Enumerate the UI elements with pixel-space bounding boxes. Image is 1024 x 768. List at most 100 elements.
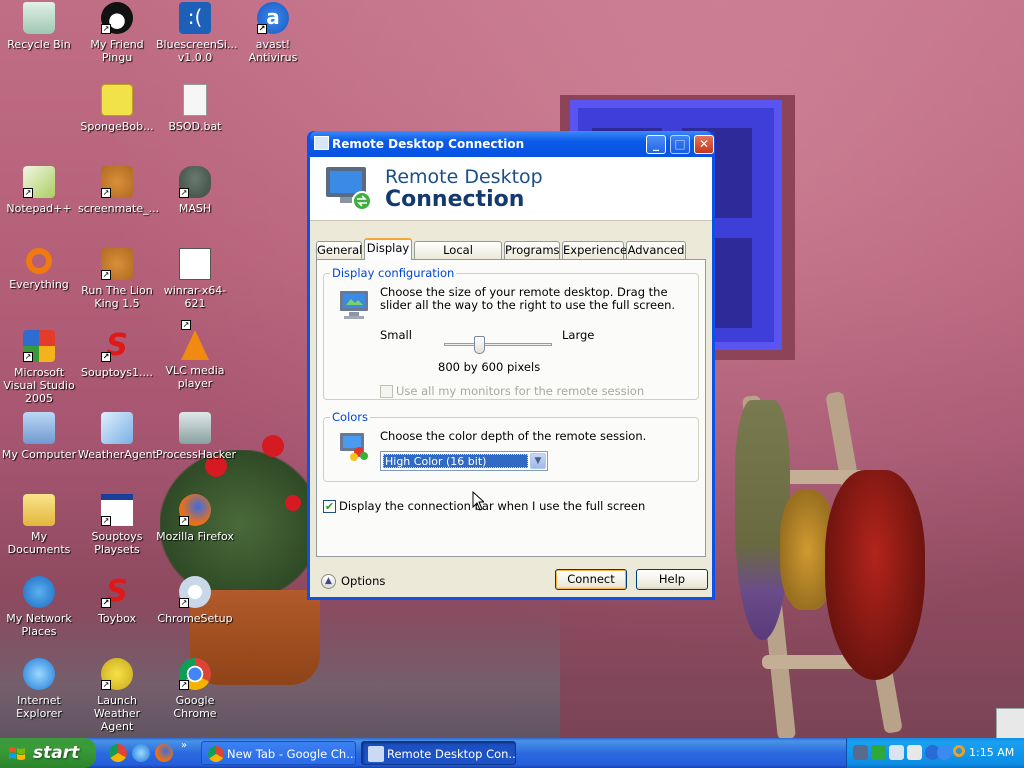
ie-icon[interactable] — [132, 744, 150, 762]
chevron-down-icon[interactable]: ▼ — [530, 453, 546, 469]
desktop-icon-my-computer[interactable]: My Computer — [0, 412, 78, 461]
souptoys-playsets-icon: ↗ — [101, 494, 133, 526]
dialog-title: Remote Desktop Connection — [332, 137, 525, 151]
chrome-task[interactable]: New Tab - Google Ch... — [201, 741, 356, 765]
desktop-icon-bsod-bat[interactable]: BSOD.bat — [156, 84, 234, 133]
banner-title-line2: Connection — [385, 187, 525, 212]
desktop-icon-notepadpp[interactable]: ↗ Notepad++ — [0, 166, 78, 215]
desktop-icon-processhacker[interactable]: ProcessHacker — [156, 412, 236, 461]
display-description: Choose the size of your remote desktop. … — [380, 285, 676, 312]
display-monitor-icon — [340, 291, 368, 319]
desktop-icon-lion-king[interactable]: ↗ Run The Lion King 1.5 — [78, 248, 156, 310]
dialog-banner: Remote Desktop Connection — [310, 157, 712, 221]
tab-local-resources[interactable]: Local Resources — [414, 241, 502, 273]
desktop-icon-souptoys[interactable]: S ↗ Souptoys1.... — [78, 328, 156, 380]
start-button[interactable]: start — [0, 738, 96, 768]
remote-desktop-dialog: Remote Desktop Connection _ □ ✕ Remote D… — [307, 131, 715, 600]
screenmate-icon: ↗ — [101, 166, 133, 198]
batch-file-icon — [183, 84, 207, 116]
minimize-button[interactable]: _ — [646, 135, 666, 154]
chrome-task-label: New Tab - Google Ch... — [227, 747, 356, 761]
weather-tray-icon[interactable] — [871, 745, 886, 760]
resolution-value: 800 by 600 pixels — [438, 360, 541, 374]
desktop-icon-souptoys-playsets[interactable]: ↗ Souptoys Playsets — [78, 494, 156, 556]
color-depth-dropdown[interactable]: High Color (16 bit) ▼ — [380, 451, 548, 471]
internet-explorer-icon — [23, 658, 55, 690]
desktop-icon-screenmate[interactable]: ↗ screenmate_... — [78, 166, 159, 215]
desktop-icon-chromesetup[interactable]: ↗ ChromeSetup — [156, 576, 234, 625]
rdc-task-label: Remote Desktop Con... — [387, 747, 516, 761]
desktop-icon-my-documents[interactable]: My Documents — [0, 494, 78, 556]
desktop-icon-bluescreen[interactable]: :( BluescreenSi... v1.0.0 — [156, 2, 237, 64]
colors-legend: Colors — [332, 410, 369, 424]
slider-max-label: Large — [562, 328, 595, 342]
toybox-icon: S ↗ — [101, 574, 128, 609]
tab-advanced[interactable]: Advanced — [626, 241, 686, 259]
connection-bar-checkbox[interactable]: ✔ — [323, 500, 336, 513]
color-depth-selected: High Color (16 bit) — [383, 454, 528, 468]
everything-icon — [26, 248, 52, 274]
display-configuration-group: Display configuration Choose the size of… — [323, 266, 699, 400]
wallpaper-flower — [285, 495, 301, 511]
desktop-icon-network-places[interactable]: My Network Places — [0, 576, 78, 638]
rdc-title-icon — [314, 136, 329, 150]
system-tray: 1:15 AM — [846, 738, 1024, 768]
launch-weather-agent-icon: ↗ — [101, 658, 133, 690]
network-tray-icon[interactable] — [853, 745, 868, 760]
desktop-icon-vlc[interactable]: ↗ VLC media player — [156, 320, 234, 390]
souptoys-icon: S ↗ — [101, 328, 128, 363]
desktop-icon-winrar[interactable]: winrar-x64-621 — [156, 248, 234, 310]
vlc-icon: ↗ — [181, 320, 209, 360]
connect-button[interactable]: Connect — [555, 569, 627, 590]
display-tab-panel: Display configuration Choose the size of… — [316, 259, 706, 557]
help-button[interactable]: Help — [636, 569, 708, 590]
desktop-icon-weatheragent[interactable]: WeatherAgent — [78, 412, 157, 461]
desktop-icon-mash[interactable]: ↗ MASH — [156, 166, 234, 215]
avast-tray-icon[interactable] — [937, 745, 952, 760]
desktop-icon-firefox[interactable]: ↗ Mozilla Firefox — [156, 494, 234, 543]
options-chevron-icon[interactable]: ▲ — [321, 574, 336, 589]
pingu-icon: ↗ — [101, 2, 133, 34]
rdc-monitor-icon — [326, 167, 372, 211]
desktop-icon-spongebob[interactable]: SpongeBob... — [78, 84, 156, 133]
usb-tray-icon[interactable] — [889, 745, 904, 760]
my-documents-icon — [23, 494, 55, 526]
desktop-icon-recycle-bin[interactable]: Recycle Bin — [0, 2, 78, 51]
maximize-button: □ — [670, 135, 690, 154]
lion-king-icon: ↗ — [101, 248, 133, 280]
colors-description: Choose the color depth of the remote ses… — [380, 429, 647, 443]
quick-launch-expand-icon[interactable]: » — [181, 740, 187, 751]
resolution-slider-thumb[interactable] — [474, 336, 486, 354]
desktop-icon-internet-explorer[interactable]: Internet Explorer — [0, 658, 78, 720]
tab-general[interactable]: General — [316, 241, 362, 259]
tab-display[interactable]: Display — [364, 238, 412, 260]
tab-programs[interactable]: Programs — [504, 241, 560, 259]
resolution-slider-track[interactable] — [444, 343, 552, 346]
winrar-icon — [179, 248, 211, 280]
desktop-icon-toybox[interactable]: S ↗ Toybox — [78, 574, 156, 626]
close-button[interactable]: ✕ — [694, 135, 714, 154]
chrome-icon[interactable] — [109, 744, 127, 762]
options-button[interactable]: Options — [341, 575, 385, 588]
rdc-task[interactable]: Remote Desktop Con... — [361, 741, 516, 765]
firefox-icon: ↗ — [179, 494, 211, 526]
desktop-icon-visual-studio[interactable]: ↗ Microsoft Visual Studio 2005 — [0, 330, 78, 405]
dialog-titlebar[interactable]: Remote Desktop Connection _ □ ✕ — [310, 131, 714, 157]
network-places-icon — [23, 576, 55, 608]
tab-experience[interactable]: Experience — [562, 241, 627, 259]
search-tray-icon[interactable] — [953, 745, 965, 757]
clock[interactable]: 1:15 AM — [969, 738, 1014, 768]
display-configuration-legend: Display configuration — [332, 266, 455, 280]
desktop-icon-everything[interactable]: Everything — [0, 248, 78, 291]
color-palette-icon — [340, 433, 368, 461]
desktop-icon-pingu[interactable]: ↗ My Friend Pingu — [78, 2, 156, 64]
firefox-icon[interactable] — [155, 744, 173, 762]
volume-tray-icon[interactable] — [907, 745, 922, 760]
spongebob-icon — [101, 84, 133, 116]
desktop-icon-google-chrome[interactable]: ↗ Google Chrome — [156, 658, 234, 720]
notepadpp-icon: ↗ — [23, 166, 55, 198]
connection-bar-label: Display the connection bar when I use th… — [339, 499, 646, 513]
desktop-icon-avast[interactable]: a ↗ avast! Antivirus — [234, 2, 312, 64]
desktop-icon-launch-weather-agent[interactable]: ↗ Launch Weather Agent — [78, 658, 156, 733]
recycle-bin-icon — [23, 2, 55, 34]
